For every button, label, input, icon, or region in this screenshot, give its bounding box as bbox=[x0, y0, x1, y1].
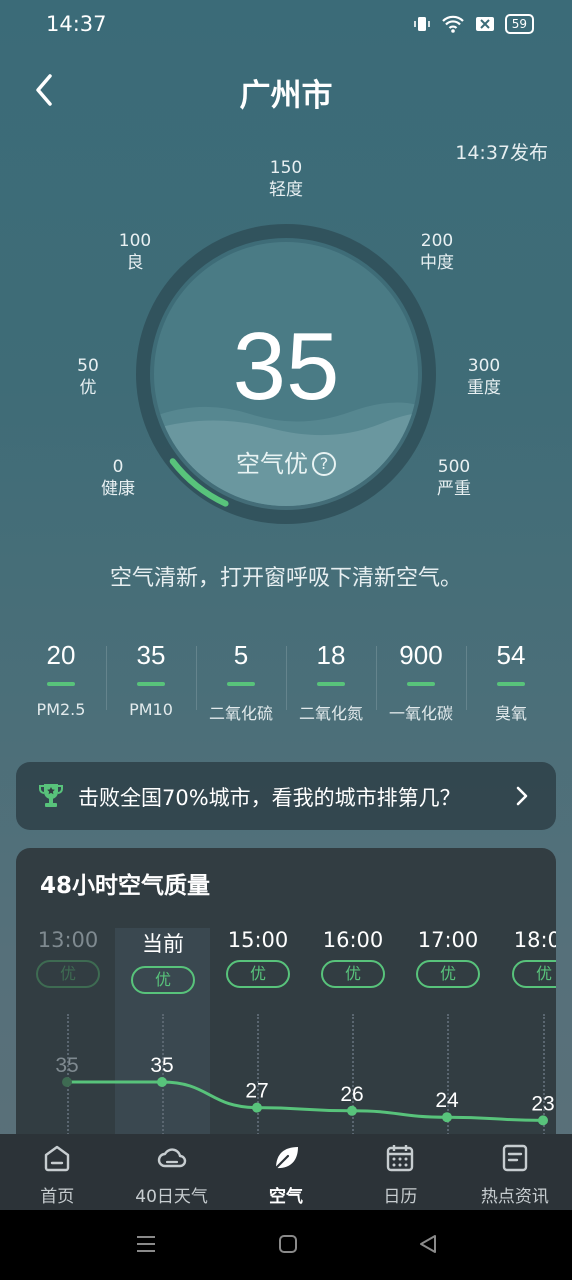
scale-label-100: 100 良 bbox=[118, 231, 152, 273]
trend-label: 35 bbox=[150, 1054, 173, 1077]
pollutant-co[interactable]: 900 一氧化碳 bbox=[376, 640, 466, 724]
tab-label: 热点资讯 bbox=[480, 1187, 549, 1207]
trend-point bbox=[252, 1102, 262, 1113]
pollutant-o3[interactable]: 54 臭氧 bbox=[466, 640, 556, 724]
news-icon bbox=[502, 1144, 528, 1172]
trophy-icon bbox=[39, 784, 63, 807]
pollutant-name: 臭氧 bbox=[494, 704, 527, 723]
aqi-level-text: 空气优 bbox=[236, 450, 308, 478]
scale-label-300: 300 重度 bbox=[467, 356, 501, 398]
calendar-icon bbox=[387, 1145, 414, 1172]
trend-label: 24 bbox=[435, 1089, 459, 1112]
aqi-value: 35 bbox=[232, 313, 340, 420]
pollutant-name: PM2.5 bbox=[36, 700, 86, 719]
pollutant-name: 一氧化碳 bbox=[388, 704, 453, 723]
pollutant-name: 二氧化硫 bbox=[208, 704, 273, 723]
pollutant-bar bbox=[227, 682, 255, 686]
scale-label-0: 0 健康 bbox=[101, 457, 135, 499]
pollutant-value: 20 bbox=[46, 640, 76, 670]
scale-label-500: 500 严重 bbox=[437, 457, 471, 499]
pollutant-bar bbox=[407, 682, 435, 686]
pollutant-bar bbox=[317, 682, 345, 686]
pollutant-no2[interactable]: 18 二氧化氮 bbox=[286, 640, 376, 724]
help-icon[interactable]: ? bbox=[312, 452, 336, 476]
aqi-level: 空气优? bbox=[186, 444, 386, 479]
cloud-icon bbox=[157, 1148, 186, 1168]
advice-text: 空气清新，打开窗呼吸下清新空气。 bbox=[109, 566, 462, 591]
trend-point bbox=[538, 1115, 548, 1126]
tab-air[interactable]: 空气 bbox=[229, 1134, 343, 1210]
leaf-icon bbox=[274, 1147, 299, 1170]
trend-label: 26 bbox=[340, 1083, 363, 1106]
hourly-aqi-card[interactable]: 48小时空气质量 13:00 优 当前优 15:00 优 16:00 优 17:00 优… bbox=[16, 848, 556, 1148]
pollutant-bar bbox=[47, 682, 75, 686]
chevron-right-icon bbox=[516, 786, 528, 806]
trend-point bbox=[347, 1105, 357, 1116]
tab-label: 日历 bbox=[383, 1187, 418, 1207]
trend-point bbox=[442, 1112, 452, 1123]
scale-label-150: 150 轻度 bbox=[269, 158, 303, 200]
trend-label: 27 bbox=[245, 1080, 268, 1103]
trend-point bbox=[62, 1077, 72, 1087]
pollutant-value: 18 bbox=[316, 640, 346, 670]
trend-label: 35 bbox=[55, 1054, 78, 1077]
back-nav-icon[interactable] bbox=[416, 1232, 440, 1256]
pollutant-name: 二氧化氮 bbox=[298, 704, 363, 723]
pollutant-bar bbox=[137, 682, 165, 686]
pollutant-so2[interactable]: 5 二氧化硫 bbox=[196, 640, 286, 724]
tab-label: 40日天气 bbox=[135, 1187, 208, 1207]
pollutant-value: 900 bbox=[399, 640, 443, 670]
home-nav-icon[interactable] bbox=[276, 1232, 300, 1256]
scale-label-200: 200 中度 bbox=[420, 231, 454, 273]
trend-line bbox=[67, 1080, 544, 1122]
pollutant-bar bbox=[497, 682, 525, 686]
tab-home[interactable]: 首页 bbox=[0, 1134, 114, 1210]
pollutant-value: 5 bbox=[233, 640, 249, 670]
pollutant-pm25[interactable]: 20 PM2.5 bbox=[16, 640, 106, 724]
bottom-tab-bar: 首页 40日天气 空气 日历 热点资讯 bbox=[0, 1134, 572, 1210]
pollutant-pm10[interactable]: 35 PM10 bbox=[106, 640, 196, 724]
tab-40day-weather[interactable]: 40日天气 bbox=[114, 1134, 228, 1210]
tab-calendar[interactable]: 日历 bbox=[343, 1134, 457, 1210]
city-rank-card[interactable]: 击败全国70%城市，看我的城市排第几？ bbox=[16, 762, 556, 830]
menu-nav-icon[interactable] bbox=[134, 1232, 158, 1256]
pollutant-value: 35 bbox=[136, 640, 166, 670]
trend-label: 23 bbox=[531, 1092, 554, 1115]
trend-point bbox=[157, 1077, 167, 1087]
pollutant-value: 54 bbox=[496, 640, 526, 670]
tab-label: 首页 bbox=[40, 1187, 75, 1207]
pollutant-name: PM10 bbox=[129, 700, 173, 719]
home-icon bbox=[45, 1145, 70, 1172]
pollutant-list: 20 PM2.5 35 PM10 5 二氧化硫 18 二氧化氮 900 一氧化碳 54 臭氧 bbox=[16, 640, 556, 724]
rank-text: 击败全国70%城市，看我的城市排第几？ bbox=[78, 786, 461, 810]
tab-news[interactable]: 热点资讯 bbox=[458, 1134, 572, 1210]
system-nav-bar bbox=[0, 1210, 572, 1280]
tab-label: 空气 bbox=[269, 1187, 304, 1207]
scale-label-50: 50 优 bbox=[77, 356, 99, 398]
aqi-trend-chart: 35 35 27 26 24 23 bbox=[55, 1054, 555, 1126]
